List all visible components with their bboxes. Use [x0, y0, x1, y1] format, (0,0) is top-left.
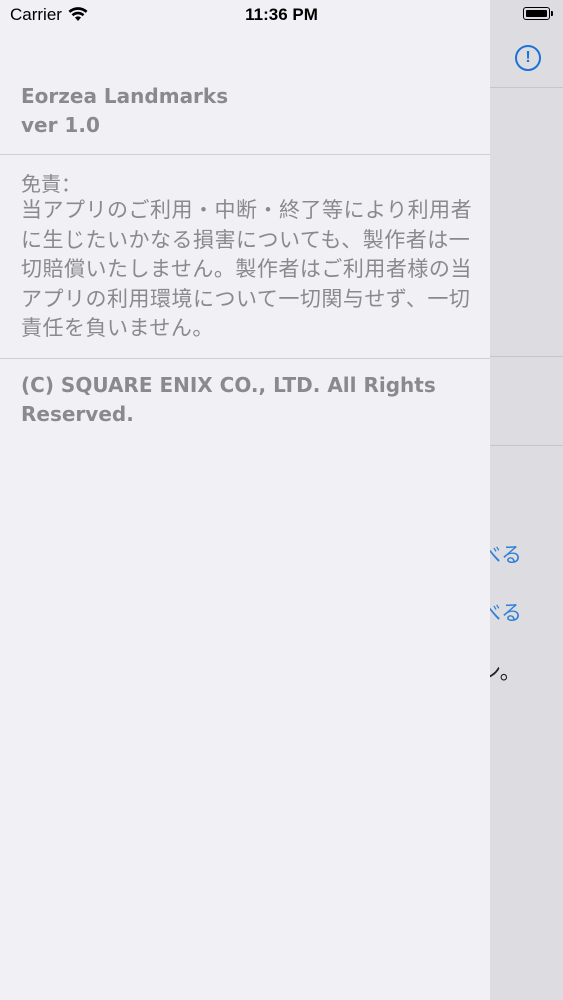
nav-bar-divider	[490, 87, 563, 88]
battery-icon	[523, 7, 553, 20]
section-divider	[490, 356, 563, 357]
status-bar: Carrier 11:36 PM	[0, 0, 563, 30]
section-divider	[490, 445, 563, 446]
copyright-notice: (C) SQUARE ENIX CO., LTD. All Rights Res…	[21, 373, 436, 426]
app-name: Eorzea Landmarks	[21, 84, 229, 108]
disclaimer-body: 当アプリのご利用・中断・終了等により利用者に生じたいかなる損害についても、製作者…	[21, 198, 473, 340]
drawer-divider	[0, 154, 490, 155]
status-time: 11:36 PM	[245, 5, 318, 24]
side-drawer: Eorzea Landmarks ver 1.0 免責： 当アプリのご利用・中断…	[0, 0, 490, 1000]
drawer-divider	[0, 358, 490, 359]
disclaimer-title: 免責：	[21, 172, 81, 196]
app-version: ver 1.0	[21, 113, 100, 137]
info-icon[interactable]: !	[515, 45, 541, 71]
